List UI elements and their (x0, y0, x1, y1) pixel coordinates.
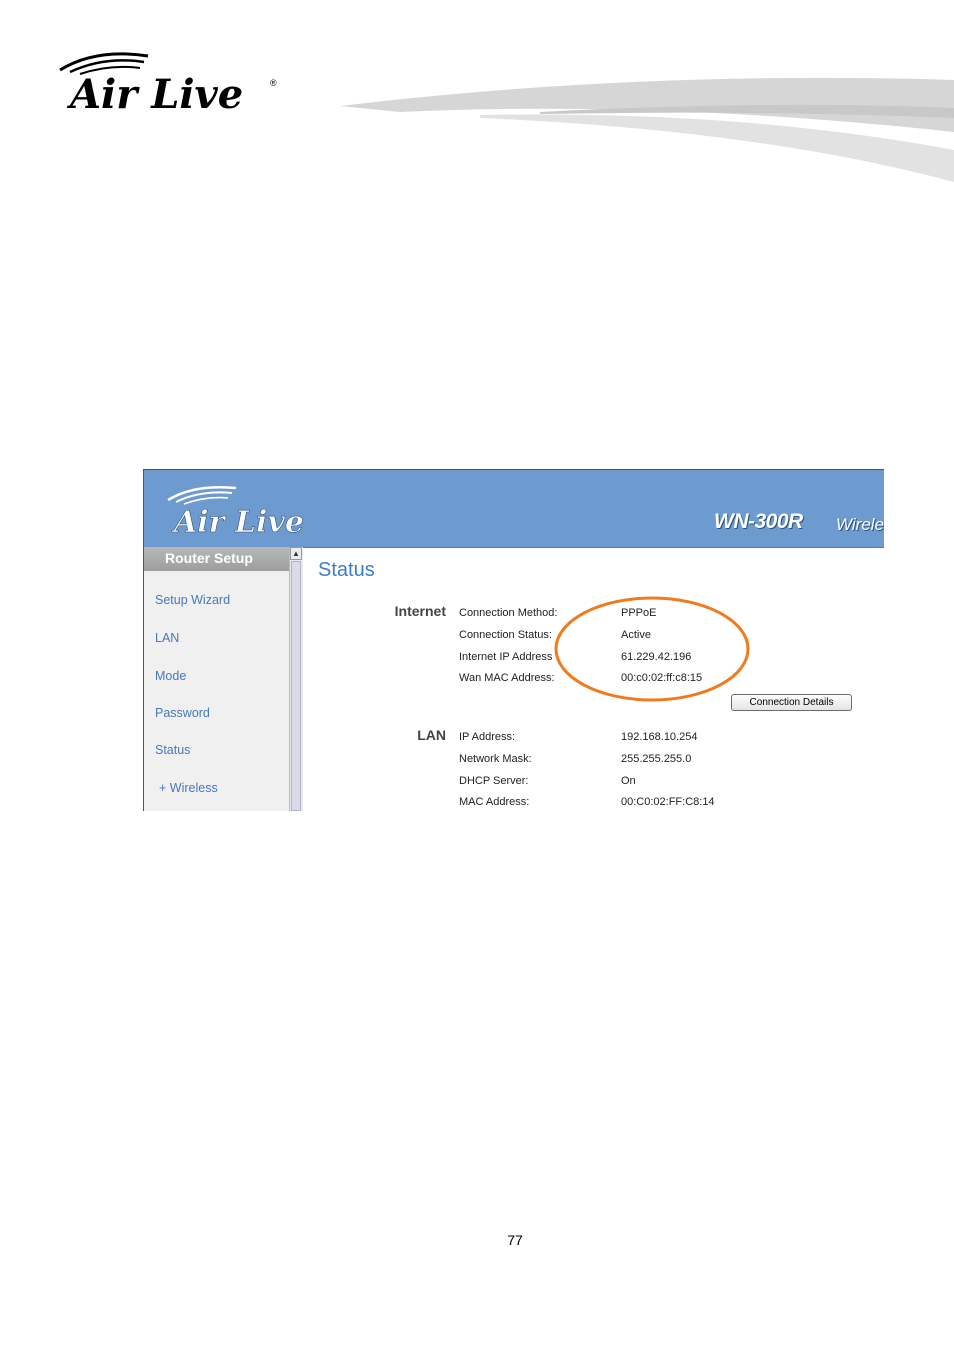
router-screenshot: Air Live WN-300R Wirele Router Setup Set… (143, 469, 884, 811)
sidebar-item-lan[interactable]: LAN (155, 631, 179, 645)
internet-section-label: Internet (394, 603, 446, 619)
lan-ip-value: 192.168.10.254 (621, 731, 698, 743)
wan-mac-value: 00:c0:02:ff:c8:15 (621, 672, 703, 684)
dhcp-server-value: On (621, 775, 636, 787)
internet-ip-value: 61.229.42.196 (621, 651, 692, 663)
header-swoosh (340, 77, 954, 182)
network-mask-value: 255.255.255.0 (621, 753, 692, 765)
connection-method-label: Connection Method: (459, 607, 558, 619)
sidebar: Router Setup Setup Wizard LAN Mode Passw… (144, 547, 290, 811)
connection-details-button[interactable]: Connection Details (731, 694, 852, 711)
network-mask-label: Network Mask: (459, 753, 532, 765)
internet-ip-label: Internet IP Address (459, 651, 553, 663)
lan-section-label: LAN (417, 727, 446, 743)
airlive-logo-text: Air Live (66, 71, 243, 118)
router-banner: Air Live WN-300R Wirele (144, 470, 884, 548)
router-banner-logo-text: Air Live (171, 505, 304, 540)
sidebar-header: Router Setup (144, 547, 289, 571)
airlive-logo: Air Live ® (59, 52, 277, 118)
connection-method-value: PPPoE (621, 607, 657, 619)
page-title: Status (318, 559, 375, 581)
sidebar-item-setup-wizard[interactable]: Setup Wizard (155, 593, 230, 607)
dhcp-server-label: DHCP Server: (459, 775, 529, 787)
wan-mac-label: Wan MAC Address: (459, 672, 555, 684)
main-content: Status Internet Connection Method: PPPoE… (302, 547, 884, 811)
connection-status-value: Active (621, 629, 651, 641)
sidebar-item-password[interactable]: Password (155, 706, 210, 720)
scroll-up-arrow-icon[interactable]: ▲ (290, 547, 302, 560)
connection-status-label: Connection Status: (459, 629, 552, 641)
sidebar-item-mode[interactable]: Mode (155, 669, 186, 683)
sidebar-scrollbar[interactable]: ▲ (289, 547, 303, 811)
router-model: WN-300R (714, 510, 803, 533)
scroll-thumb[interactable] (291, 561, 301, 811)
lan-mac-value: 00:C0:02:FF:C8:14 (621, 796, 715, 808)
sidebar-item-status[interactable]: Status (155, 743, 190, 757)
router-banner-logo: Air Live (167, 485, 304, 540)
lan-mac-label: MAC Address: (459, 796, 530, 808)
svg-text:®: ® (270, 78, 277, 88)
lan-ip-label: IP Address: (459, 731, 516, 743)
sidebar-item-wireless[interactable]: + Wireless (159, 781, 218, 795)
page-number: 77 (507, 1232, 523, 1248)
router-banner-subtitle: Wirele (836, 515, 884, 534)
